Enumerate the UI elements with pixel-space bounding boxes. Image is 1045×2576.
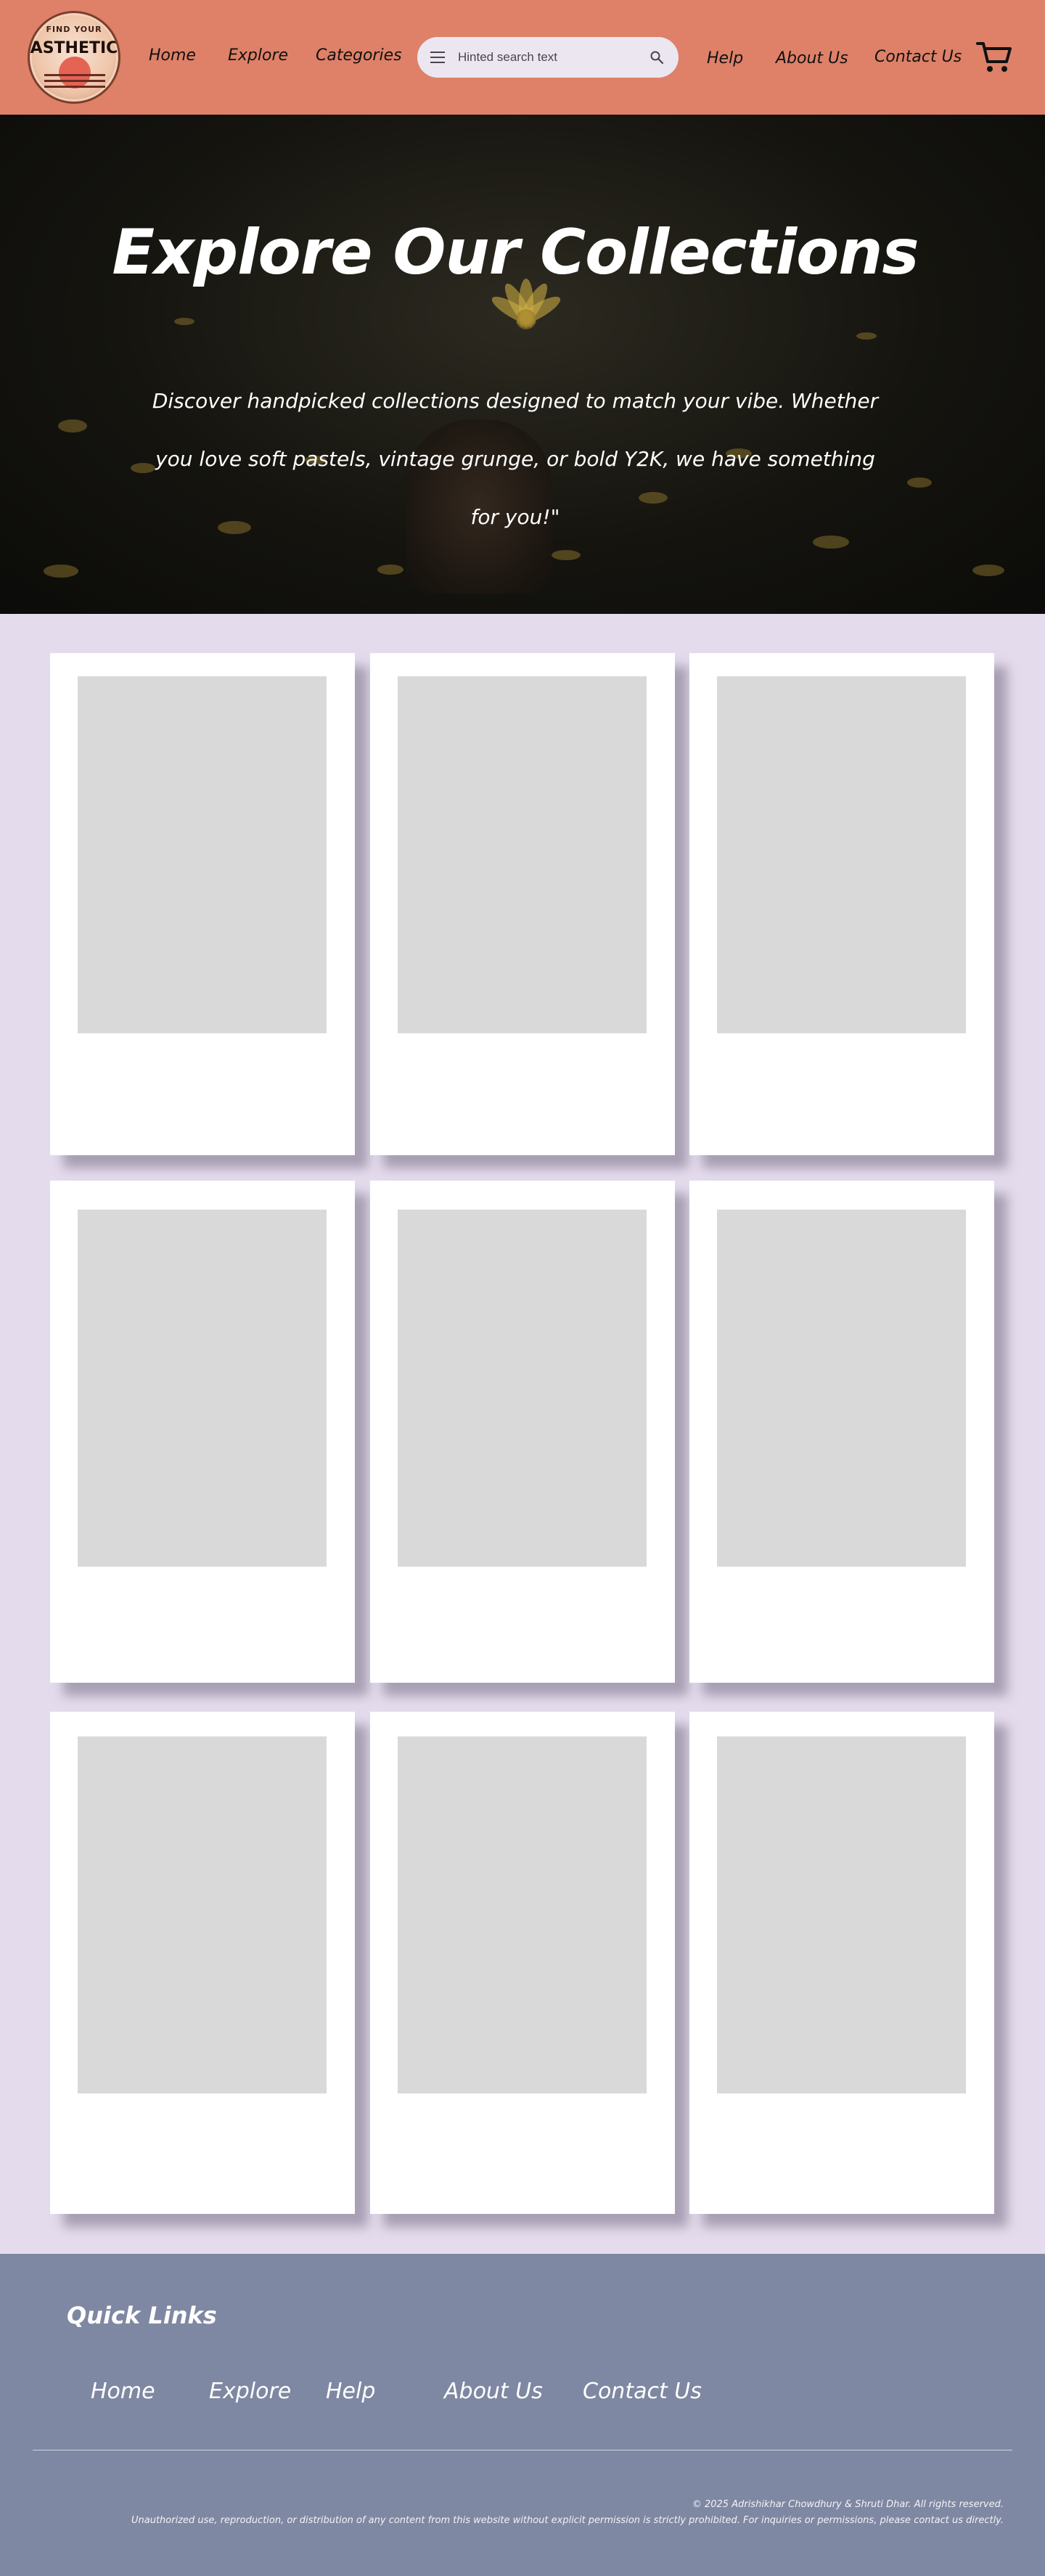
cart-icon[interactable] — [976, 40, 1012, 73]
nav-help[interactable]: Help — [707, 49, 743, 67]
hero-title: Explore Our Collections — [112, 216, 919, 289]
search-input[interactable] — [458, 47, 632, 67]
logo-stripe — [44, 86, 105, 88]
image-placeholder — [78, 676, 327, 1033]
image-placeholder — [717, 1210, 966, 1567]
collection-card[interactable] — [370, 1181, 675, 1683]
flower-image — [491, 279, 561, 329]
image-placeholder — [398, 1736, 647, 2093]
site-footer: Quick Links Home Explore Help About Us C… — [0, 2254, 1045, 2576]
image-placeholder — [398, 676, 647, 1033]
search-icon[interactable] — [649, 50, 664, 65]
menu-icon[interactable] — [430, 52, 445, 63]
image-placeholder — [717, 1736, 966, 2093]
collection-card[interactable] — [50, 1712, 355, 2214]
image-placeholder — [398, 1210, 647, 1567]
footer-link-help[interactable]: Help — [326, 2379, 375, 2404]
logo-stripe — [44, 74, 105, 76]
logo-main-text: ASTHETIC — [30, 39, 118, 57]
legal-notice: Unauthorized use, reproduction, or distr… — [131, 2515, 1004, 2526]
nav-home[interactable]: Home — [149, 46, 196, 65]
collection-card[interactable] — [689, 1712, 994, 2214]
nav-categories[interactable]: Categories — [316, 46, 402, 65]
image-placeholder — [78, 1736, 327, 2093]
search-bar[interactable] — [417, 37, 679, 78]
nav-explore[interactable]: Explore — [228, 46, 288, 65]
collection-card[interactable] — [370, 1712, 675, 2214]
site-header: FIND YOUR ASTHETIC Home Explore Categori… — [0, 0, 1045, 115]
nav-contact-us[interactable]: Contact Us — [874, 48, 962, 66]
footer-link-home[interactable]: Home — [91, 2379, 155, 2404]
logo-sun-shape — [59, 57, 91, 89]
nav-about-us[interactable]: About Us — [776, 49, 848, 67]
hero-banner: Explore Our Collections Discover handpic… — [0, 115, 1045, 614]
collection-card[interactable] — [370, 653, 675, 1155]
footer-link-about-us[interactable]: About Us — [444, 2379, 543, 2404]
footer-title: Quick Links — [67, 2302, 217, 2329]
collection-card[interactable] — [50, 653, 355, 1155]
collection-card[interactable] — [689, 1181, 994, 1683]
footer-link-contact-us[interactable]: Contact Us — [583, 2379, 702, 2404]
hero-subtitle: Discover handpicked collections designed… — [152, 389, 879, 529]
image-placeholder — [717, 676, 966, 1033]
footer-link-explore[interactable]: Explore — [209, 2379, 291, 2404]
collection-card[interactable] — [689, 653, 994, 1155]
logo-stripe — [44, 80, 105, 82]
logo[interactable]: FIND YOUR ASTHETIC — [28, 11, 120, 104]
logo-top-text: FIND YOUR — [46, 25, 102, 34]
image-placeholder — [78, 1210, 327, 1567]
copyright-text: © 2025 Adrishikhar Chowdhury & Shruti Dh… — [692, 2499, 1004, 2510]
collection-card[interactable] — [50, 1181, 355, 1683]
